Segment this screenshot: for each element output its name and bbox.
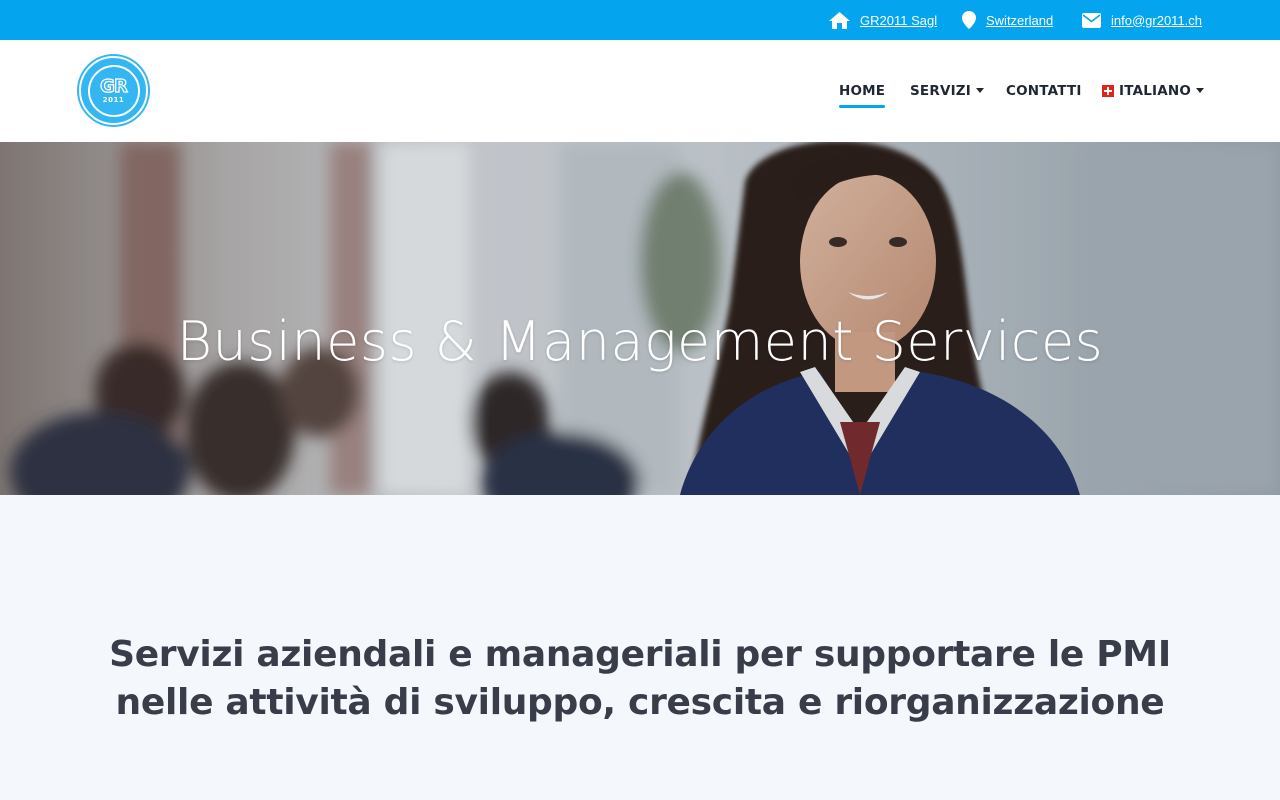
site-header: GR 2011 HOME SERVIZI CONTATTI ITALIANO	[0, 40, 1280, 142]
nav-servizi-dropdown[interactable]: SERVIZI	[910, 80, 985, 102]
intro-section: Servizi aziendali e manageriali per supp…	[0, 495, 1280, 800]
language-selector[interactable]: ITALIANO	[1102, 80, 1205, 102]
map-pin-icon	[962, 11, 976, 29]
envelope-icon	[1082, 12, 1101, 28]
home-icon	[829, 11, 850, 29]
site-logo[interactable]: GR 2011	[79, 56, 148, 125]
caret-down-icon	[1196, 87, 1205, 93]
nav-contatti-label: CONTATTI	[1006, 83, 1082, 99]
caret-down-icon	[976, 87, 985, 93]
logo-letters: GR	[100, 75, 129, 97]
email-link[interactable]: info@gr2011.ch	[1111, 13, 1202, 28]
top-contact-bar: GR2011 Sagl Switzerland info@gr2011.ch	[0, 0, 1280, 40]
language-label: ITALIANO	[1119, 83, 1192, 99]
swiss-flag-icon	[1102, 85, 1114, 97]
email-contact-item: info@gr2011.ch	[1082, 0, 1202, 40]
location-contact-item: Switzerland	[962, 0, 1053, 40]
hero-banner: Business & Management Services	[0, 142, 1280, 495]
intro-heading: Servizi aziendali e manageriali per supp…	[109, 634, 1171, 723]
company-link[interactable]: GR2011 Sagl	[860, 13, 937, 28]
nav-home[interactable]: HOME	[839, 80, 886, 108]
logo-year: 2011	[102, 95, 125, 104]
nav-contatti[interactable]: CONTATTI	[1006, 80, 1082, 102]
location-link[interactable]: Switzerland	[986, 13, 1053, 28]
logo-badge: GR 2011	[87, 64, 140, 117]
company-contact-item: GR2011 Sagl	[829, 0, 937, 40]
nav-servizi-label: SERVIZI	[910, 83, 972, 99]
hero-title: Business & Management Services	[176, 310, 1104, 373]
nav-home-label: HOME	[839, 83, 886, 99]
